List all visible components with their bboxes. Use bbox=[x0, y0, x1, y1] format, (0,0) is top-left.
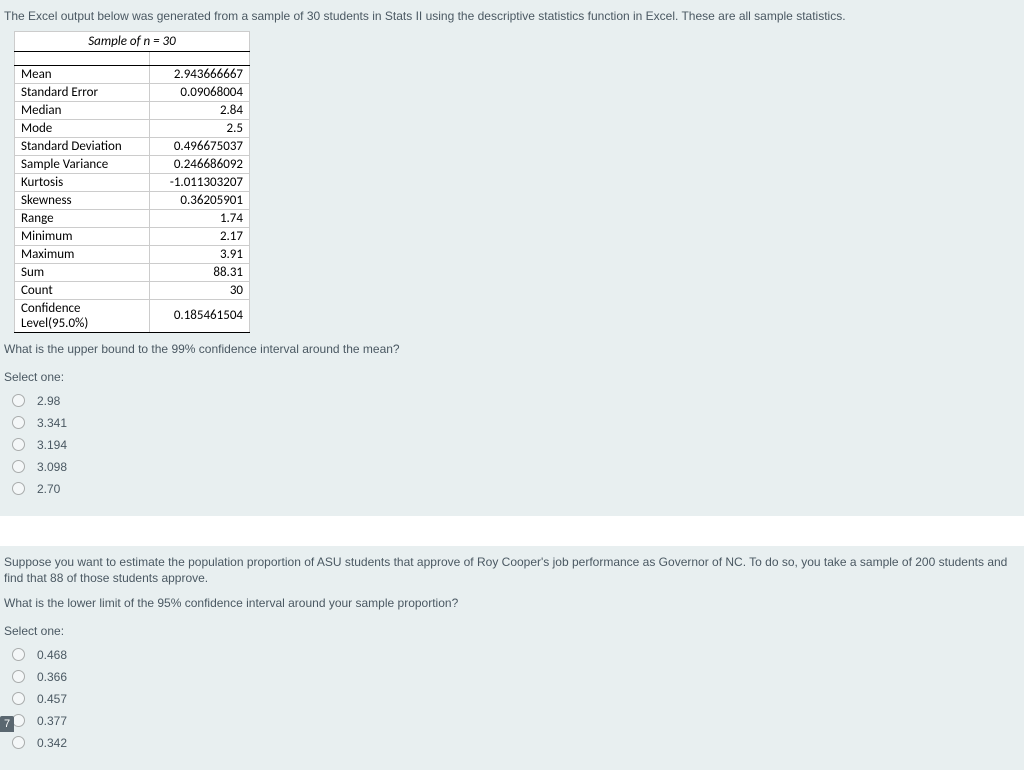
stat-value: 1.74 bbox=[150, 209, 250, 227]
stat-value: 2.943666667 bbox=[150, 65, 250, 83]
answer-option[interactable]: 0.377 bbox=[4, 710, 1020, 732]
stat-value: 2.5 bbox=[150, 119, 250, 137]
stat-label: Confidence Level(95.0%) bbox=[15, 299, 150, 332]
answer-option[interactable]: 3.098 bbox=[4, 456, 1020, 478]
answer-option[interactable]: 0.457 bbox=[4, 688, 1020, 710]
stat-label: Sample Variance bbox=[15, 155, 150, 173]
radio-input[interactable] bbox=[12, 438, 25, 451]
stat-label: Range bbox=[15, 209, 150, 227]
table-row: Standard Deviation0.496675037 bbox=[15, 137, 250, 155]
stat-label: Minimum bbox=[15, 227, 150, 245]
page-badge: 7 bbox=[0, 716, 14, 732]
table-row: Standard Error0.09068004 bbox=[15, 83, 250, 101]
stat-value: 0.185461504 bbox=[150, 299, 250, 332]
table-row: Mode2.5 bbox=[15, 119, 250, 137]
answer-option[interactable]: 2.70 bbox=[4, 478, 1020, 500]
stat-label: Mean bbox=[15, 65, 150, 83]
table-spacer-row bbox=[15, 51, 250, 65]
table-row: Range1.74 bbox=[15, 209, 250, 227]
select-one-label-1: Select one: bbox=[4, 370, 1020, 384]
question-2-intro: Suppose you want to estimate the populat… bbox=[4, 554, 1020, 588]
option-label: 3.194 bbox=[37, 438, 67, 452]
option-label: 0.457 bbox=[37, 692, 67, 706]
stat-value: 0.246686092 bbox=[150, 155, 250, 173]
stat-value: 2.17 bbox=[150, 227, 250, 245]
stat-label: Maximum bbox=[15, 245, 150, 263]
answer-option[interactable]: 2.98 bbox=[4, 390, 1020, 412]
question-divider bbox=[0, 516, 1024, 546]
table-row: Minimum2.17 bbox=[15, 227, 250, 245]
table-row: Median2.84 bbox=[15, 101, 250, 119]
radio-input[interactable] bbox=[12, 482, 25, 495]
stat-label: Mode bbox=[15, 119, 150, 137]
answer-option[interactable]: 3.341 bbox=[4, 412, 1020, 434]
table-row: Mean2.943666667 bbox=[15, 65, 250, 83]
table-title: Sample of n = 30 bbox=[15, 31, 250, 51]
table-row: Count30 bbox=[15, 281, 250, 299]
stat-value: 0.09068004 bbox=[150, 83, 250, 101]
answer-option[interactable]: 3.194 bbox=[4, 434, 1020, 456]
radio-input[interactable] bbox=[12, 648, 25, 661]
stat-value: 30 bbox=[150, 281, 250, 299]
radio-input[interactable] bbox=[12, 394, 25, 407]
stat-value: 88.31 bbox=[150, 263, 250, 281]
option-label: 0.366 bbox=[37, 670, 67, 684]
table-row: Confidence Level(95.0%)0.185461504 bbox=[15, 299, 250, 332]
radio-input[interactable] bbox=[12, 416, 25, 429]
option-label: 0.342 bbox=[37, 736, 67, 750]
select-one-label-2: Select one: bbox=[4, 624, 1020, 638]
stat-value: 0.36205901 bbox=[150, 191, 250, 209]
stat-label: Sum bbox=[15, 263, 150, 281]
question-1-intro: The Excel output below was generated fro… bbox=[4, 8, 1020, 25]
table-row: Sum88.31 bbox=[15, 263, 250, 281]
stat-label: Count bbox=[15, 281, 150, 299]
radio-input[interactable] bbox=[12, 670, 25, 683]
answer-option[interactable]: 0.468 bbox=[4, 644, 1020, 666]
option-label: 2.98 bbox=[37, 394, 60, 408]
radio-input[interactable] bbox=[12, 692, 25, 705]
question-2-block: Suppose you want to estimate the populat… bbox=[0, 546, 1024, 770]
table-row: Kurtosis-1.011303207 bbox=[15, 173, 250, 191]
option-label: 3.098 bbox=[37, 460, 67, 474]
table-title-row: Sample of n = 30 bbox=[15, 31, 250, 51]
stat-value: 3.91 bbox=[150, 245, 250, 263]
answer-option[interactable]: 0.342 bbox=[4, 732, 1020, 754]
table-row: Maximum3.91 bbox=[15, 245, 250, 263]
option-label: 0.377 bbox=[37, 714, 67, 728]
answer-option[interactable]: 0.366 bbox=[4, 666, 1020, 688]
option-label: 0.468 bbox=[37, 648, 67, 662]
question-1-prompt: What is the upper bound to the 99% confi… bbox=[4, 341, 1020, 358]
option-label: 3.341 bbox=[37, 416, 67, 430]
stat-label: Standard Deviation bbox=[15, 137, 150, 155]
stat-label: Skewness bbox=[15, 191, 150, 209]
stat-value: 0.496675037 bbox=[150, 137, 250, 155]
radio-input[interactable] bbox=[12, 736, 25, 749]
stat-label: Median bbox=[15, 101, 150, 119]
table-row: Skewness0.36205901 bbox=[15, 191, 250, 209]
stat-label: Kurtosis bbox=[15, 173, 150, 191]
question-1-block: The Excel output below was generated fro… bbox=[0, 0, 1024, 516]
stat-value: 2.84 bbox=[150, 101, 250, 119]
stat-value: -1.011303207 bbox=[150, 173, 250, 191]
radio-input[interactable] bbox=[12, 460, 25, 473]
question-2-prompt: What is the lower limit of the 95% confi… bbox=[4, 595, 1020, 612]
table-row: Sample Variance0.246686092 bbox=[15, 155, 250, 173]
option-label: 2.70 bbox=[37, 482, 60, 496]
descriptive-stats-table: Sample of n = 30 Mean2.943666667Standard… bbox=[14, 31, 250, 333]
stat-label: Standard Error bbox=[15, 83, 150, 101]
